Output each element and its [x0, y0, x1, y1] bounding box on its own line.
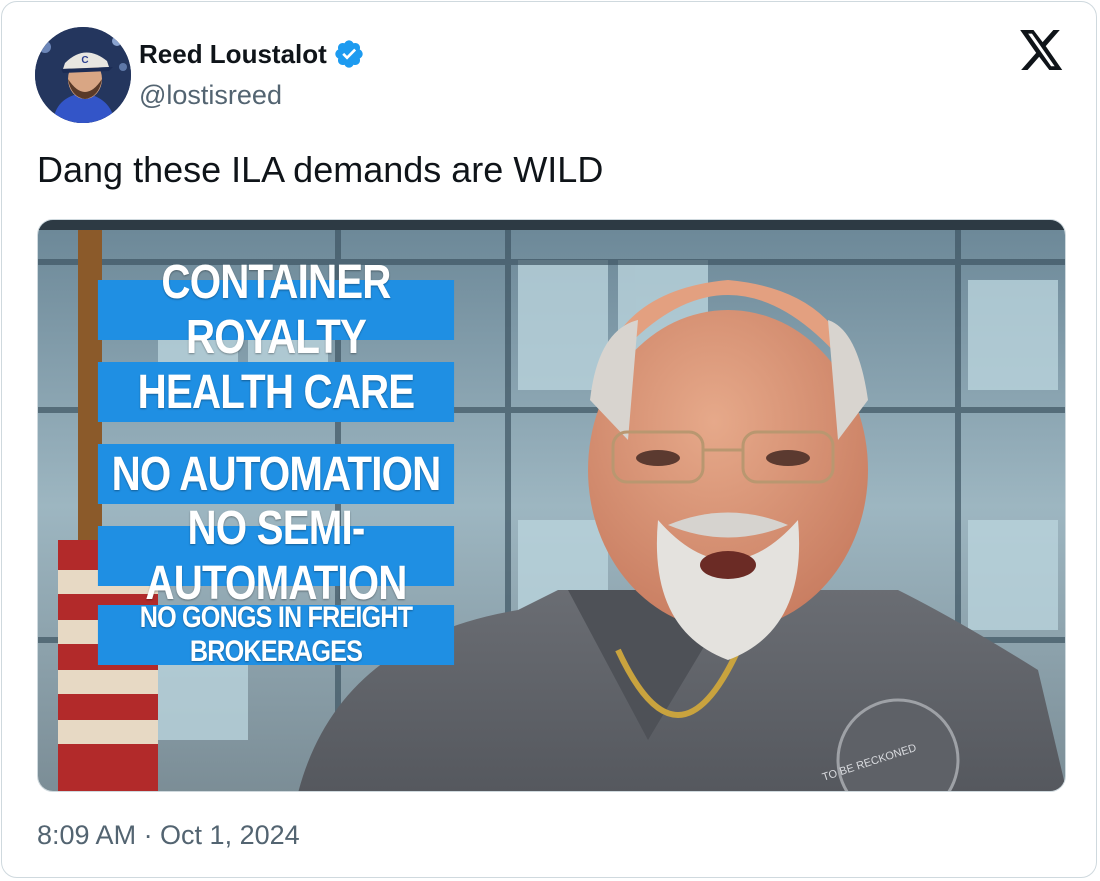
x-logo-icon[interactable]: [1020, 30, 1064, 70]
author-handle[interactable]: @lostisreed: [139, 80, 282, 111]
avatar-photo: C: [35, 27, 131, 123]
tweet-media-image[interactable]: CONTAINER ROYALTY HEALTH CARE NO AUTOMAT…: [37, 219, 1066, 792]
verified-badge-icon: [333, 38, 365, 70]
banner-container-royalty: CONTAINER ROYALTY: [97, 256, 455, 364]
tweet-text: Dang these ILA demands are WILD: [37, 149, 604, 190]
banner-no-semi-automation: NO SEMI-AUTOMATION: [97, 502, 455, 610]
tweet-timestamp[interactable]: 8:09 AM · Oct 1, 2024: [37, 820, 300, 851]
banner-no-gongs: NO GONGS IN FREIGHT BROKERAGES: [97, 601, 455, 668]
tweet-card: C Reed Loustalot @lostisreed Dang these …: [1, 1, 1097, 878]
banner-no-automation: NO AUTOMATION: [97, 444, 455, 504]
author-name-row: Reed Loustalot: [139, 38, 365, 70]
author-avatar[interactable]: C: [35, 27, 131, 123]
svg-text:C: C: [81, 55, 88, 66]
author-display-name[interactable]: Reed Loustalot: [139, 39, 327, 70]
banner-health-care: HEALTH CARE: [97, 362, 455, 422]
